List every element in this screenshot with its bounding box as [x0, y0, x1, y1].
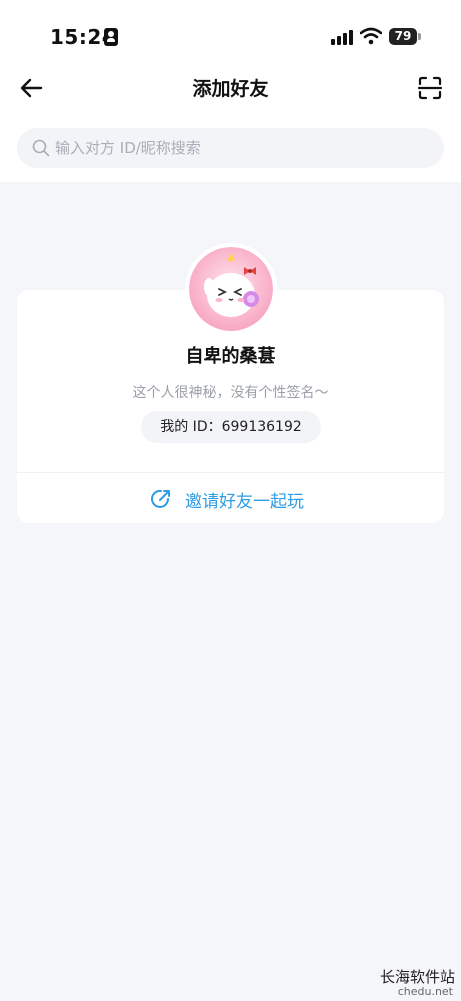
avatar-frame: [185, 243, 277, 335]
invite-friends-button[interactable]: 邀请好友一起玩: [17, 474, 444, 522]
share-arrow-icon: [151, 489, 170, 508]
contact-card-icon: [104, 28, 118, 46]
card-divider: [17, 472, 444, 473]
battery-indicator: 79: [389, 28, 417, 45]
signature: 这个人很神秘，没有个性签名～: [132, 385, 329, 401]
watermark-url: chedu.net: [397, 985, 453, 998]
avatar[interactable]: [189, 247, 273, 331]
wifi-icon: [360, 27, 382, 45]
invite-label: 邀请好友一起玩: [185, 492, 304, 512]
search-bar[interactable]: [17, 128, 444, 168]
page-title: 添加好友: [192, 78, 269, 100]
watermark-text: 长海软件站: [379, 968, 455, 986]
nickname: 自卑的桑葚: [185, 346, 276, 367]
battery-tip: [418, 33, 421, 40]
cellular-signal-icon: [331, 29, 353, 45]
scan-icon[interactable]: [416, 74, 444, 102]
search-input[interactable]: [55, 128, 425, 168]
search-icon: [32, 139, 50, 157]
user-id-badge[interactable]: 我的 ID：699136192: [141, 411, 321, 443]
